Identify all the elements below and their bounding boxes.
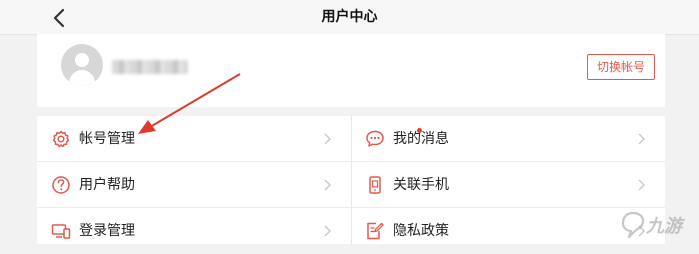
menu-item-privacy-policy[interactable]: 隐私政策 [351,208,665,254]
menu-item-label: 帐号管理 [79,131,135,147]
username-blurred [112,60,188,74]
question-icon [52,176,70,194]
menu-item-label: 登录管理 [79,223,135,239]
unread-badge-dot [417,128,422,133]
watermark-emblem-icon [621,211,645,239]
switch-account-button[interactable]: 切换帐号 [587,54,655,80]
menu-item-my-messages[interactable]: 我的消息 [351,116,665,162]
settings-menu: 帐号管理 我的消息 用户帮助 关联手机 登录管理 隐私政策 [37,116,665,244]
menu-item-account-management[interactable]: 帐号管理 [37,116,351,162]
chevron-right-icon [638,133,645,145]
chevron-right-icon [324,179,331,191]
document-edit-icon [367,222,384,240]
menu-item-label: 我的消息 [393,131,449,147]
gear-icon [52,130,70,148]
menu-item-user-help[interactable]: 用户帮助 [37,162,351,208]
chat-icon [366,130,384,147]
menu-item-label: 关联手机 [393,177,449,193]
chevron-right-icon [324,133,331,145]
menu-item-link-phone[interactable]: 关联手机 [351,162,665,208]
top-bar: 用户中心 [0,0,699,35]
avatar[interactable] [61,44,103,86]
chevron-right-icon [324,225,331,237]
menu-item-label: 用户帮助 [79,177,135,193]
profile-card: 切换帐号 [37,34,665,107]
chevron-right-icon [638,179,645,191]
phone-icon [369,176,381,194]
watermark-logo: 九游 [620,210,696,240]
devices-icon [51,224,71,239]
page-title: 用户中心 [321,9,378,25]
menu-item-login-management[interactable]: 登录管理 [37,208,351,254]
menu-item-label: 隐私政策 [393,223,449,239]
